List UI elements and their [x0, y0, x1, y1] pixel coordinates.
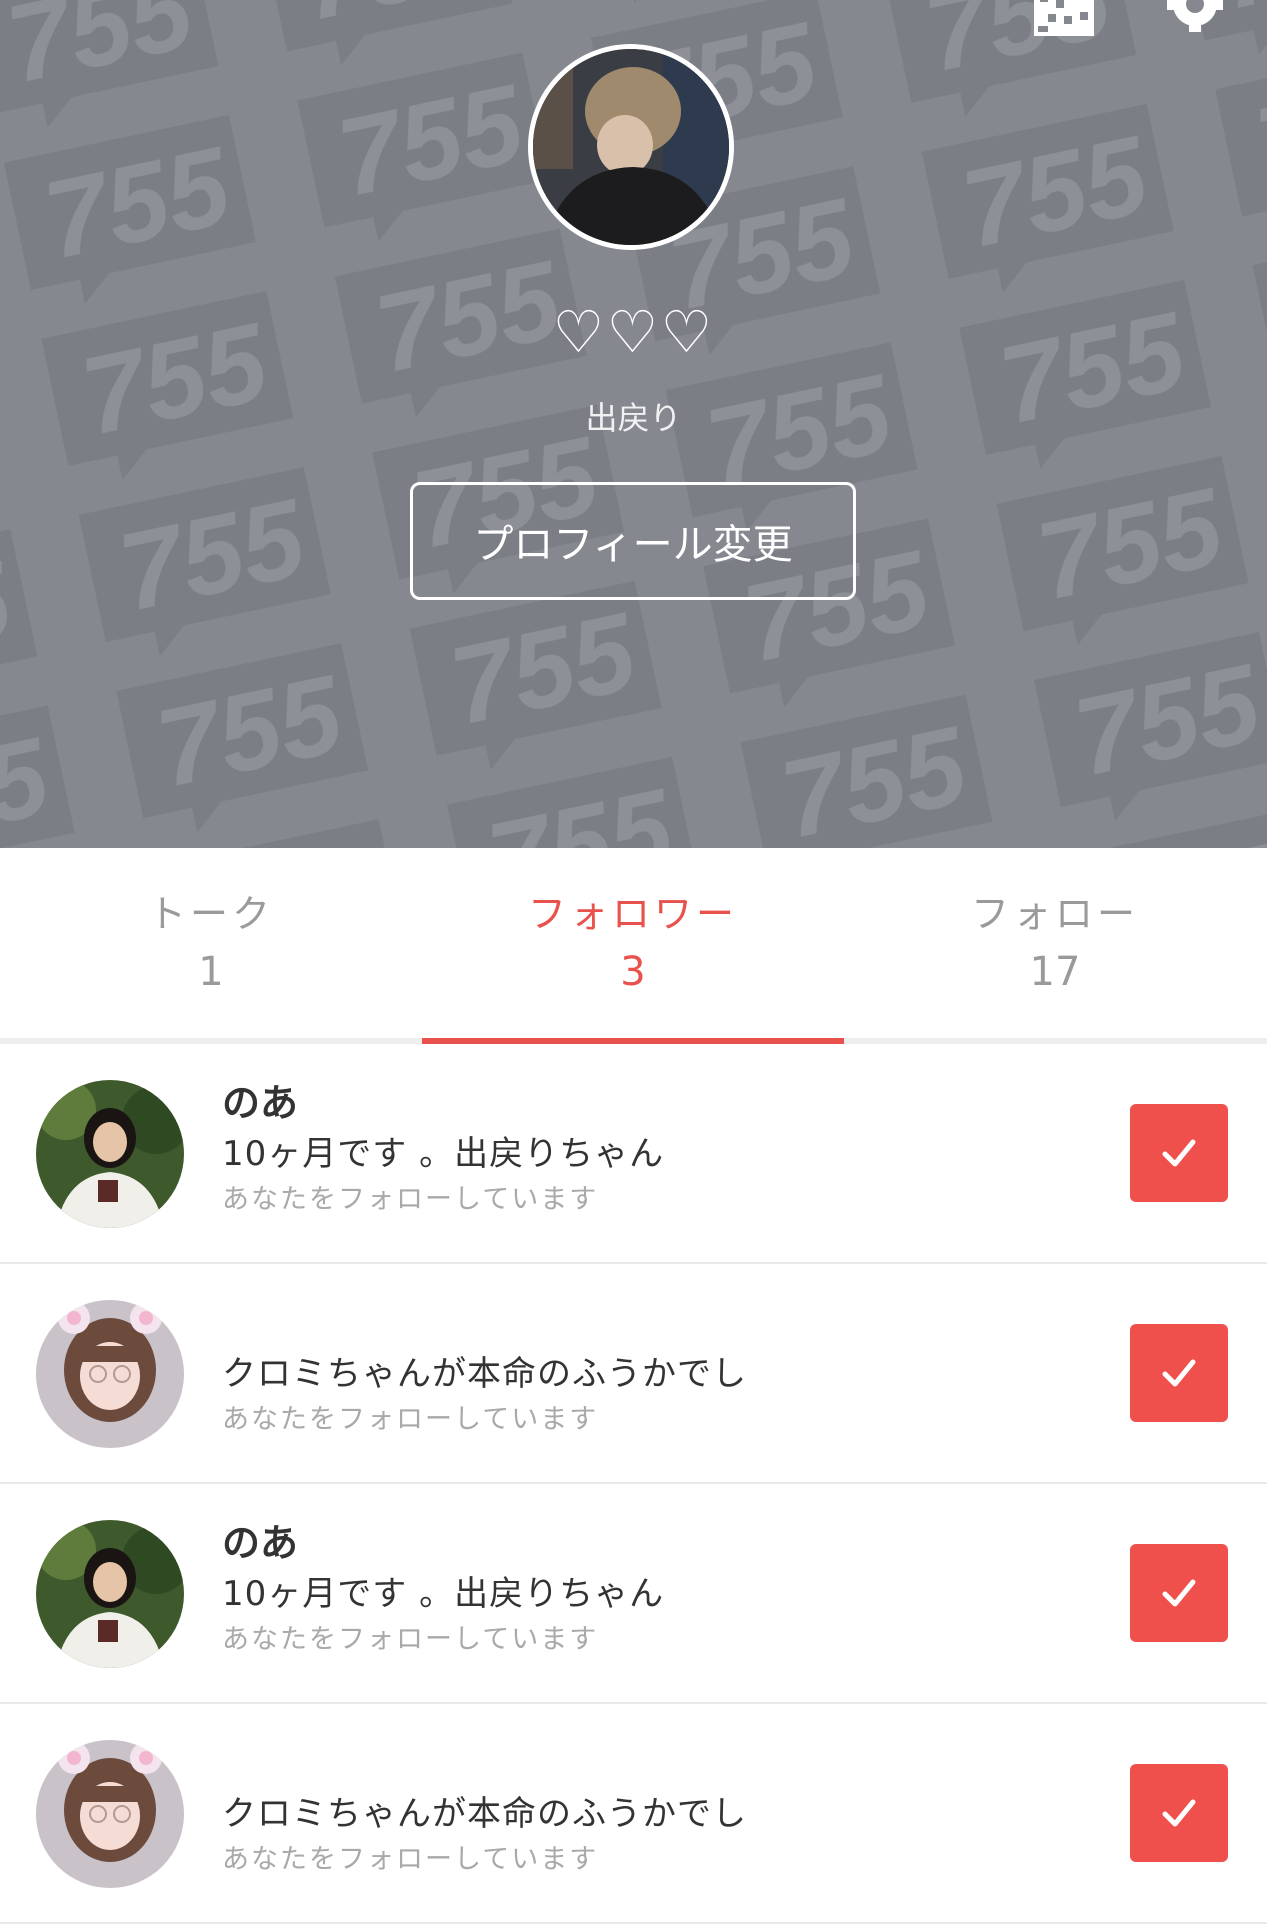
tab-following[interactable]: フォロー 17 — [844, 848, 1266, 1038]
list-item[interactable]: クロミちゃんが本命のふうかでし あなたをフォローしています — [0, 1704, 1267, 1924]
user-name: のあ — [222, 1081, 299, 1125]
follow-check-button[interactable] — [1130, 1104, 1228, 1202]
follow-status: あなたをフォローしています — [222, 1184, 599, 1215]
row-text: のあ 10ヶ月です 。出戻りちゃん あなたをフォローしています — [222, 1520, 1082, 1658]
row-text: クロミちゃんが本命のふうかでし あなたをフォローしています — [222, 1740, 1082, 1878]
user-bio: 10ヶ月です 。出戻りちゃん — [222, 1134, 665, 1174]
hearts-display: ♡♡♡ — [552, 298, 715, 366]
user-name — [222, 1740, 1082, 1786]
gear-icon[interactable] — [1164, 0, 1226, 38]
follow-check-button[interactable] — [1130, 1764, 1228, 1862]
avatar[interactable] — [36, 1520, 184, 1668]
user-name: のあ — [222, 1521, 299, 1565]
avatar[interactable] — [36, 1080, 184, 1228]
follow-check-button[interactable] — [1130, 1324, 1228, 1422]
list-item[interactable]: クロミちゃんが本命のふうかでし あなたをフォローしています — [0, 1264, 1267, 1484]
qr-code-icon[interactable] — [1034, 0, 1094, 36]
check-icon — [1162, 1579, 1196, 1607]
row-text: クロミちゃんが本命のふうかでし あなたをフォローしています — [222, 1300, 1082, 1438]
list-item[interactable]: のあ 10ヶ月です 。出戻りちゃん あなたをフォローしています — [0, 1484, 1267, 1704]
tab-label: フォロー — [970, 892, 1139, 936]
profile-status: 出戻り — [585, 399, 682, 437]
check-icon — [1162, 1359, 1196, 1387]
follow-check-button[interactable] — [1130, 1544, 1228, 1642]
list-item[interactable]: のあ 10ヶ月です 。出戻りちゃん あなたをフォローしています — [0, 1044, 1267, 1264]
user-bio: クロミちゃんが本命のふうかでし — [222, 1354, 747, 1394]
user-bio: 10ヶ月です 。出戻りちゃん — [222, 1574, 665, 1614]
check-icon — [1162, 1139, 1196, 1167]
profile-header: 755 ♡♡♡ 出戻り — [0, 0, 1267, 848]
tab-bar: トーク 1 フォロワー 3 フォロー 17 — [0, 848, 1267, 1044]
tab-count: 1 — [198, 949, 224, 995]
tab-talk[interactable]: トーク 1 — [0, 848, 422, 1038]
tab-followers[interactable]: フォロワー 3 — [422, 848, 844, 1038]
profile-avatar[interactable] — [528, 44, 734, 250]
check-icon — [1162, 1799, 1196, 1827]
follow-status: あなたをフォローしています — [222, 1844, 599, 1875]
profile-photo — [533, 49, 729, 245]
row-text: のあ 10ヶ月です 。出戻りちゃん あなたをフォローしています — [222, 1080, 1082, 1218]
edit-profile-button[interactable]: プロフィール変更 — [410, 482, 856, 600]
user-bio: クロミちゃんが本命のふうかでし — [222, 1794, 747, 1834]
follower-list: のあ 10ヶ月です 。出戻りちゃん あなたをフォローしています クロミちゃんが本… — [0, 1044, 1267, 1924]
follow-status: あなたをフォローしています — [222, 1404, 599, 1435]
tab-count: 17 — [1029, 949, 1081, 995]
follow-status: あなたをフォローしています — [222, 1624, 599, 1655]
avatar[interactable] — [36, 1740, 184, 1888]
tab-count: 3 — [620, 949, 646, 995]
user-name — [222, 1300, 1082, 1346]
tab-label: フォロワー — [527, 892, 738, 936]
tab-label: トーク — [147, 892, 274, 936]
avatar[interactable] — [36, 1300, 184, 1448]
